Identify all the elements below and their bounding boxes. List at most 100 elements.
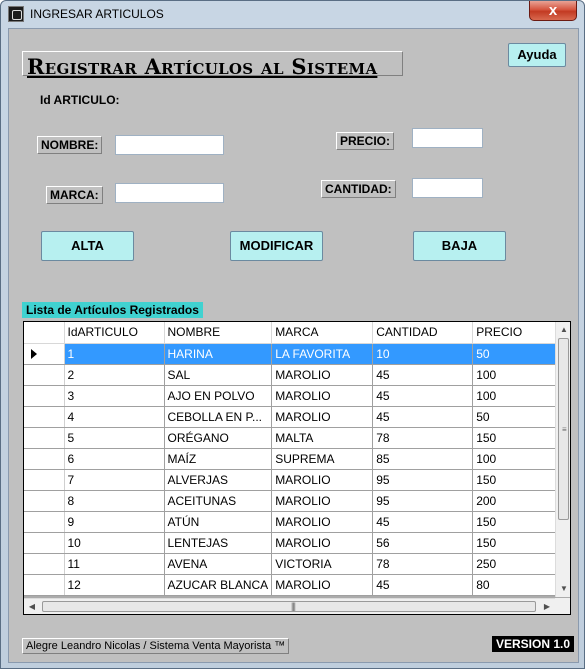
baja-button[interactable]: BAJA	[413, 231, 506, 261]
cell-precio[interactable]: 150	[472, 469, 565, 491]
cell-nombre[interactable]: HARINA	[164, 343, 273, 365]
cell-nombre[interactable]: ALVERJAS	[164, 469, 273, 491]
table-row[interactable]: 12 AZUCAR BLANCA MAROLIO 45 80	[24, 574, 565, 596]
row-header[interactable]	[24, 574, 65, 596]
cell-idarticulo[interactable]: 9	[64, 511, 165, 533]
cell-cantidad[interactable]: 95	[372, 469, 474, 491]
row-header[interactable]	[24, 427, 65, 449]
table-row[interactable]: 10 LENTEJAS MAROLIO 56 150	[24, 532, 565, 554]
precio-input[interactable]	[412, 128, 483, 148]
cell-idarticulo[interactable]: 3	[64, 385, 165, 407]
table-row[interactable]: 2 SAL MAROLIO 45 100	[24, 364, 565, 386]
row-header[interactable]	[24, 364, 65, 386]
cell-cantidad[interactable]: 45	[372, 574, 474, 596]
cell-marca[interactable]: SUPREMA	[271, 448, 374, 470]
table-row[interactable]: 4 CEBOLLA EN P... MAROLIO 45 50	[24, 406, 565, 428]
articles-grid[interactable]: IdARTICULO NOMBRE MARCA CANTIDAD PRECIO …	[23, 321, 571, 615]
row-header[interactable]	[24, 511, 65, 533]
cell-cantidad[interactable]: 45	[372, 385, 474, 407]
help-button[interactable]: Ayuda	[508, 43, 566, 67]
marca-input[interactable]	[115, 183, 224, 203]
nombre-input[interactable]	[115, 135, 224, 155]
table-row[interactable]: 6 MAÍZ SUPREMA 85 100	[24, 448, 565, 470]
alta-button[interactable]: ALTA	[41, 231, 134, 261]
cell-cantidad[interactable]: 45	[372, 511, 474, 533]
cell-marca[interactable]: VICTORIA	[271, 553, 374, 575]
cell-cantidad[interactable]: 78	[372, 427, 474, 449]
cell-idarticulo[interactable]: 11	[64, 553, 165, 575]
cell-idarticulo[interactable]: 4	[64, 406, 165, 428]
scroll-down-icon[interactable]: ▼	[556, 581, 570, 597]
column-header-nombre[interactable]: NOMBRE	[164, 322, 273, 344]
cell-cantidad[interactable]: 56	[372, 532, 474, 554]
cell-marca[interactable]: MAROLIO	[271, 469, 374, 491]
cell-nombre[interactable]: SAL	[164, 364, 273, 386]
table-row[interactable]: 1 HARINA LA FAVORITA 10 50	[24, 343, 565, 365]
row-header[interactable]	[24, 532, 65, 554]
scroll-right-icon[interactable]: ▶	[539, 599, 555, 614]
cell-marca[interactable]: MAROLIO	[271, 511, 374, 533]
table-row[interactable]: 7 ALVERJAS MAROLIO 95 150	[24, 469, 565, 491]
cell-nombre[interactable]: ACEITUNAS	[164, 490, 273, 512]
cell-nombre[interactable]: ATÚN	[164, 511, 273, 533]
cell-precio[interactable]: 100	[472, 364, 565, 386]
title-bar[interactable]: INGRESAR ARTICULOS x	[1, 1, 584, 27]
cell-nombre[interactable]: CEBOLLA EN P...	[164, 406, 273, 428]
cell-idarticulo[interactable]: 7	[64, 469, 165, 491]
cell-nombre[interactable]: MAÍZ	[164, 448, 273, 470]
cell-idarticulo[interactable]: 5	[64, 427, 165, 449]
cell-precio[interactable]: 150	[472, 511, 565, 533]
scroll-left-icon[interactable]: ◀	[24, 599, 40, 614]
cell-precio[interactable]: 100	[472, 385, 565, 407]
cell-precio[interactable]: 50	[472, 406, 565, 428]
cell-idarticulo[interactable]: 10	[64, 532, 165, 554]
cell-marca[interactable]: MAROLIO	[271, 574, 374, 596]
cell-precio[interactable]: 200	[472, 490, 565, 512]
row-header[interactable]	[24, 406, 65, 428]
cell-nombre[interactable]: AZUCAR BLANCA	[164, 574, 273, 596]
cell-precio[interactable]: 50	[472, 343, 565, 365]
cell-precio[interactable]: 150	[472, 427, 565, 449]
cell-idarticulo[interactable]: 8	[64, 490, 165, 512]
row-header[interactable]	[24, 553, 65, 575]
cell-marca[interactable]: MAROLIO	[271, 532, 374, 554]
cell-nombre[interactable]: ORÉGANO	[164, 427, 273, 449]
row-header[interactable]	[24, 469, 65, 491]
cell-marca[interactable]: MAROLIO	[271, 364, 374, 386]
cell-marca[interactable]: MAROLIO	[271, 490, 374, 512]
cell-cantidad[interactable]: 85	[372, 448, 474, 470]
row-header[interactable]	[24, 448, 65, 470]
cantidad-input[interactable]	[412, 178, 483, 198]
cell-idarticulo[interactable]: 1	[64, 343, 165, 365]
vertical-scrollbar[interactable]: ▲ ≡ ▼	[555, 322, 570, 597]
cell-precio[interactable]: 150	[472, 532, 565, 554]
table-row[interactable]: 9 ATÚN MAROLIO 45 150	[24, 511, 565, 533]
cell-idarticulo[interactable]: 12	[64, 574, 165, 596]
column-header-marca[interactable]: MARCA	[271, 322, 374, 344]
cell-idarticulo[interactable]: 6	[64, 448, 165, 470]
horizontal-scroll-thumb[interactable]: |||	[42, 601, 536, 612]
table-row[interactable]: 5 ORÉGANO MALTA 78 150	[24, 427, 565, 449]
cell-precio[interactable]: 250	[472, 553, 565, 575]
row-header[interactable]	[24, 490, 65, 512]
cell-idarticulo[interactable]: 2	[64, 364, 165, 386]
cell-marca[interactable]: MAROLIO	[271, 385, 374, 407]
close-button[interactable]: x	[529, 1, 577, 21]
vertical-scroll-thumb[interactable]: ≡	[558, 338, 569, 520]
cell-nombre[interactable]: LENTEJAS	[164, 532, 273, 554]
cell-precio[interactable]: 100	[472, 448, 565, 470]
scroll-up-icon[interactable]: ▲	[556, 322, 570, 338]
row-header[interactable]	[24, 343, 65, 365]
table-row[interactable]: 8 ACEITUNAS MAROLIO 95 200	[24, 490, 565, 512]
cell-nombre[interactable]: AJO EN POLVO	[164, 385, 273, 407]
modificar-button[interactable]: MODIFICAR	[230, 231, 323, 261]
cell-marca[interactable]: MALTA	[271, 427, 374, 449]
column-header-cantidad[interactable]: CANTIDAD	[372, 322, 474, 344]
table-row[interactable]: 3 AJO EN POLVO MAROLIO 45 100	[24, 385, 565, 407]
cell-cantidad[interactable]: 45	[372, 364, 474, 386]
horizontal-scrollbar[interactable]: ◀ ||| ▶	[24, 598, 555, 614]
column-header-precio[interactable]: PRECIO	[472, 322, 565, 344]
cell-cantidad[interactable]: 95	[372, 490, 474, 512]
cell-cantidad[interactable]: 45	[372, 406, 474, 428]
cell-precio[interactable]: 80	[472, 574, 565, 596]
